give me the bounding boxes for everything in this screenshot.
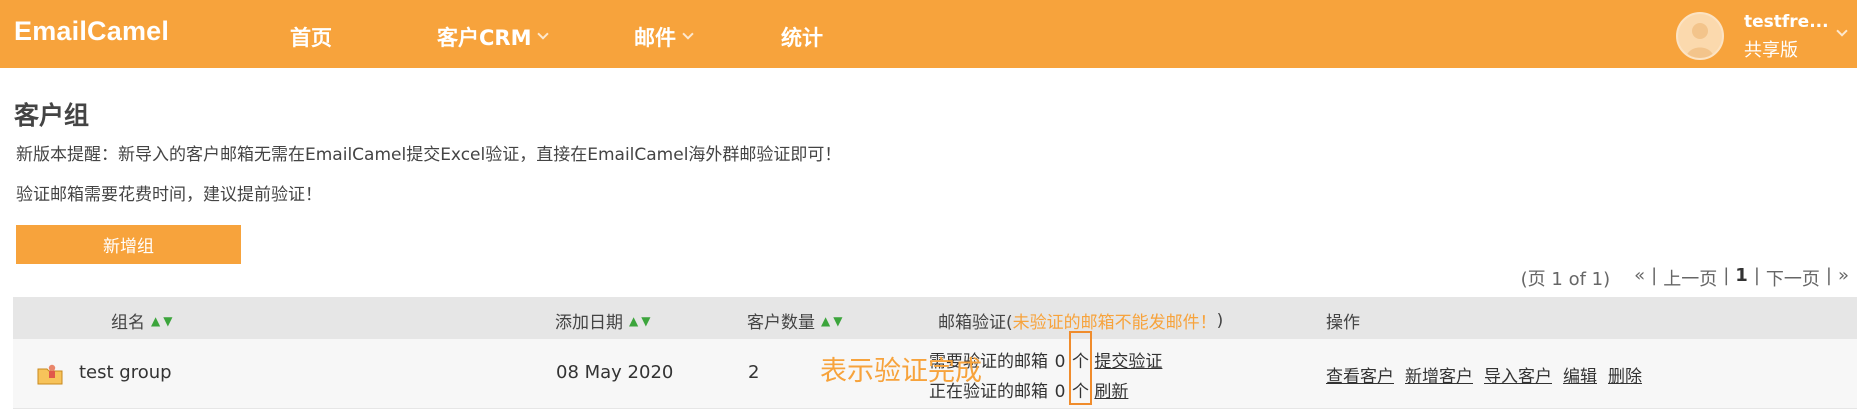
notice-import: 新版本提醒：新导入的客户邮箱无需在EmailCamel提交Excel验证，直接在…: [16, 145, 842, 165]
prev-page-link[interactable]: 上一页: [1663, 265, 1717, 291]
view-customers-link[interactable]: 查看客户: [1326, 362, 1394, 387]
col-count-label: 客户数量: [747, 313, 815, 333]
col-name-header[interactable]: 组名 ▲ ▼: [111, 308, 172, 333]
page-info: (页 1 of 1): [1520, 269, 1611, 290]
nav-stats[interactable]: 统计: [781, 22, 823, 52]
nav-mail-label: 邮件: [634, 26, 676, 50]
add-customer-link[interactable]: 新增客户: [1405, 362, 1473, 387]
sort-arrows-icon[interactable]: ▲ ▼: [821, 314, 842, 328]
nav-home-label: 首页: [290, 26, 332, 50]
edit-link[interactable]: 编辑: [1563, 362, 1597, 387]
user-plan: 共享版: [1744, 40, 1798, 61]
col-count-header[interactable]: 客户数量 ▲ ▼: [747, 308, 842, 333]
chevron-down-icon: [537, 28, 550, 40]
annotation-verified: 表示验证完成: [820, 356, 982, 387]
sort-arrows-icon[interactable]: ▲ ▼: [151, 314, 172, 328]
import-customers-link[interactable]: 导入客户: [1484, 362, 1552, 387]
col-verify-label: 邮箱验证(: [938, 313, 1013, 333]
nav-crm[interactable]: 客户CRM: [437, 22, 550, 52]
col-date-label: 添加日期: [555, 313, 623, 333]
refresh-link[interactable]: 刷新: [1094, 382, 1128, 402]
top-navbar: EmailCamel 首页 客户CRM 邮件 统计 testfre... 共享版: [0, 0, 1857, 68]
current-page: 1: [1735, 265, 1748, 286]
user-name[interactable]: testfre...: [1744, 12, 1829, 32]
page-title: 客户组: [14, 101, 90, 130]
submit-verify-link[interactable]: 提交验证: [1094, 352, 1162, 372]
row-actions: 查看客户 新增客户 导入客户 编辑 删除: [1326, 362, 1642, 387]
col-date-header[interactable]: 添加日期 ▲ ▼: [555, 308, 650, 333]
verify-warning: 未验证的邮箱不能发邮件！: [1012, 313, 1217, 333]
col-name-label: 组名: [111, 313, 145, 333]
nav-mail[interactable]: 邮件: [634, 22, 694, 52]
table-header: 组名 ▲ ▼ 添加日期 ▲ ▼ 客户数量 ▲ ▼ 邮箱验证(未验证的邮箱不能发邮件！)…: [13, 297, 1857, 339]
user-avatar-icon[interactable]: [1676, 12, 1724, 60]
verify-count-highlight: [1069, 331, 1092, 405]
notice-verify-time: 验证邮箱需要花费时间，建议提前验证！: [16, 185, 322, 205]
sort-arrows-icon[interactable]: ▲ ▼: [629, 314, 650, 328]
nav-home[interactable]: 首页: [290, 22, 332, 52]
next-page-link[interactable]: 下一页: [1766, 265, 1820, 291]
chevron-down-icon[interactable]: [1836, 20, 1848, 39]
nav-crm-label: 客户CRM: [437, 26, 532, 50]
group-name[interactable]: test group: [79, 362, 172, 383]
col-ops-label: 操作: [1326, 313, 1360, 333]
app-logo[interactable]: EmailCamel: [14, 16, 169, 47]
chevron-down-icon: [682, 28, 694, 40]
col-verify-header: 邮箱验证(未验证的邮箱不能发邮件！): [938, 308, 1224, 334]
first-page-link[interactable]: «: [1634, 265, 1645, 291]
group-folder-icon: [37, 363, 63, 385]
pagination: (页 1 of 1) « | 上一页 | 1 | 下一页 | »: [1520, 265, 1849, 291]
col-ops-header: 操作: [1326, 308, 1360, 333]
nav-stats-label: 统计: [781, 26, 823, 50]
last-page-link[interactable]: »: [1838, 265, 1849, 291]
add-group-button[interactable]: 新增组: [16, 225, 241, 264]
col-verify-close: ): [1216, 310, 1224, 331]
group-count: 2: [748, 362, 760, 383]
delete-link[interactable]: 删除: [1608, 362, 1642, 387]
group-date: 08 May 2020: [556, 362, 674, 383]
